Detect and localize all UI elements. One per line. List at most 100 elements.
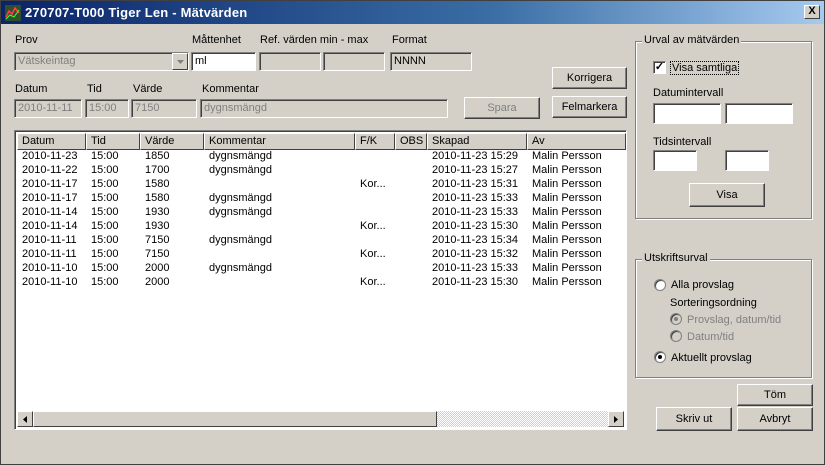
table-row[interactable]: 2010-11-17 15:00 1580 dygnsmängd 2010-11-23 … <box>17 192 626 206</box>
tom-button[interactable]: Töm <box>737 384 813 406</box>
close-icon: X <box>808 5 816 17</box>
sort-datum-label[interactable]: Datum/tid <box>687 331 734 343</box>
table-cell: Malin Persson <box>532 164 602 176</box>
table-cell: 1580 <box>145 178 170 190</box>
table-cell: Malin Persson <box>532 192 602 204</box>
scroll-track[interactable] <box>437 411 608 427</box>
table-cell: 15:00 <box>91 220 119 232</box>
table-row[interactable]: 2010-11-17 15:00 1580 Kor... 2010-11-23 15:3… <box>17 178 626 192</box>
table-cell: Kor... <box>360 178 386 190</box>
avbryt-button[interactable]: Avbryt <box>737 407 813 431</box>
ref-max-field <box>323 52 385 71</box>
tid-from-input[interactable] <box>653 150 697 171</box>
table-cell: 2010-11-10 <box>22 262 78 274</box>
mattenhet-field: ml <box>191 52 256 71</box>
table-cell <box>355 192 395 206</box>
table-cell: dygnsmängd <box>209 262 272 274</box>
visa-samtliga-label[interactable]: Visa samtliga <box>670 61 740 75</box>
table-row[interactable]: 2010-11-10 15:00 2000 Kor... 2010-11-23 15:3… <box>17 276 626 290</box>
chevron-down-icon[interactable] <box>172 53 188 70</box>
column-header-varde[interactable]: Värde <box>140 133 204 150</box>
kommentar-field[interactable]: dygnsmängd <box>200 99 448 118</box>
prov-value: Vätskeintag <box>18 55 76 67</box>
ref-min-field <box>259 52 321 71</box>
column-header-skapad[interactable]: Skapad <box>427 133 527 150</box>
measurements-table[interactable]: Datum Tid Värde Kommentar F/K OBS Skapad… <box>14 130 627 430</box>
table-cell: 2010-11-23 15:33 <box>432 192 519 204</box>
table-cell: dygnsmängd <box>209 234 272 246</box>
column-header-fk[interactable]: F/K <box>355 133 395 150</box>
tid-field[interactable]: 15:00 <box>85 99 129 118</box>
table-cell <box>395 150 427 164</box>
korrigera-button[interactable]: Korrigera <box>552 67 627 89</box>
scroll-left-icon[interactable] <box>17 411 33 427</box>
felmarkera-button[interactable]: Felmarkera <box>552 96 627 118</box>
table-cell: Malin Persson <box>532 262 602 274</box>
table-row[interactable]: 2010-11-14 15:00 1930 Kor... 2010-11-23 15:3… <box>17 220 626 234</box>
datum-from-input[interactable] <box>653 103 721 124</box>
table-cell: Malin Persson <box>532 234 602 246</box>
table-cell <box>204 248 355 262</box>
table-row[interactable]: 2010-11-22 15:00 1700 dygnsmängd 2010-11-23 … <box>17 164 626 178</box>
table-cell: 1930 <box>145 206 170 218</box>
matvarden-window: 270707-T000 Tiger Len - Mätvärden X Prov… <box>0 0 825 465</box>
table-cell: 2010-11-10 <box>22 276 78 288</box>
korrigera-label: Korrigera <box>566 72 613 84</box>
table-row[interactable]: 2010-11-23 15:00 1850 dygnsmängd 2010-11-23 … <box>17 150 626 164</box>
table-cell: 2010-11-23 15:27 <box>432 164 519 176</box>
column-header-datum[interactable]: Datum <box>17 133 86 150</box>
table-row[interactable]: 2010-11-11 15:00 7150 Kor... 2010-11-23 15:3… <box>17 248 626 262</box>
varde-field[interactable]: 7150 <box>131 99 197 118</box>
scroll-right-icon[interactable] <box>608 411 624 427</box>
table-cell: 1930 <box>145 220 170 232</box>
table-row[interactable]: 2010-11-14 15:00 1930 dygnsmängd 2010-11-23 … <box>17 206 626 220</box>
aktuellt-provslag-radio[interactable] <box>654 351 666 363</box>
format-label: Format <box>392 34 427 46</box>
close-button[interactable]: X <box>804 5 820 19</box>
sort-provslag-label[interactable]: Provslag, datum/tid <box>687 314 781 326</box>
prov-label: Prov <box>15 34 38 46</box>
table-cell: 2010-11-23 15:29 <box>432 150 519 162</box>
table-cell: 2010-11-17 <box>22 178 78 190</box>
alla-provslag-label[interactable]: Alla provslag <box>671 279 734 291</box>
table-cell: 15:00 <box>91 248 119 260</box>
table-cell: 2000 <box>145 262 170 274</box>
urval-title: Urval av mätvärden <box>642 34 742 46</box>
table-cell: 15:00 <box>91 178 119 190</box>
table-row[interactable]: 2010-11-11 15:00 7150 dygnsmängd 2010-11-23 … <box>17 234 626 248</box>
sort-datum-radio[interactable] <box>670 330 682 342</box>
visa-label: Visa <box>716 189 738 201</box>
spara-button[interactable]: Spara <box>464 97 540 119</box>
table-cell: 2010-11-14 <box>22 220 78 232</box>
column-header-av[interactable]: Av <box>527 133 626 150</box>
datum-value: 2010-11-11 <box>18 102 73 114</box>
table-cell: 7150 <box>145 248 170 260</box>
title-bar: 270707-T000 Tiger Len - Mätvärden X <box>1 1 824 24</box>
table-cell: Malin Persson <box>532 248 602 260</box>
aktuellt-provslag-label[interactable]: Aktuellt provslag <box>671 352 752 364</box>
alla-provslag-radio[interactable] <box>654 279 666 291</box>
column-header-tid[interactable]: Tid <box>86 133 140 150</box>
table-cell <box>395 164 427 178</box>
table-cell <box>395 234 427 248</box>
mattenhet-value: ml <box>195 55 207 67</box>
table-cell: Kor... <box>360 276 386 288</box>
table-cell: 1850 <box>145 150 170 162</box>
table-cell <box>395 206 427 220</box>
tid-to-input[interactable] <box>725 150 769 171</box>
prov-dropdown[interactable]: Vätskeintag <box>14 52 189 71</box>
table-row[interactable]: 2010-11-10 15:00 2000 dygnsmängd 2010-11-23 … <box>17 262 626 276</box>
sort-provslag-radio[interactable] <box>670 313 682 325</box>
datum-field[interactable]: 2010-11-11 <box>14 99 82 118</box>
checkmark-icon: ✓ <box>654 61 665 73</box>
visa-samtliga-checkbox[interactable]: ✓ <box>653 61 666 74</box>
table-cell <box>395 192 427 206</box>
datum-to-input[interactable] <box>725 103 793 124</box>
column-header-obs[interactable]: OBS <box>395 133 427 150</box>
column-header-kommentar[interactable]: Kommentar <box>204 133 355 150</box>
skriv-ut-button[interactable]: Skriv ut <box>656 407 732 431</box>
table-cell: 15:00 <box>91 164 119 176</box>
visa-button[interactable]: Visa <box>689 183 765 207</box>
scroll-thumb[interactable] <box>33 411 437 427</box>
horizontal-scrollbar[interactable] <box>17 411 624 427</box>
